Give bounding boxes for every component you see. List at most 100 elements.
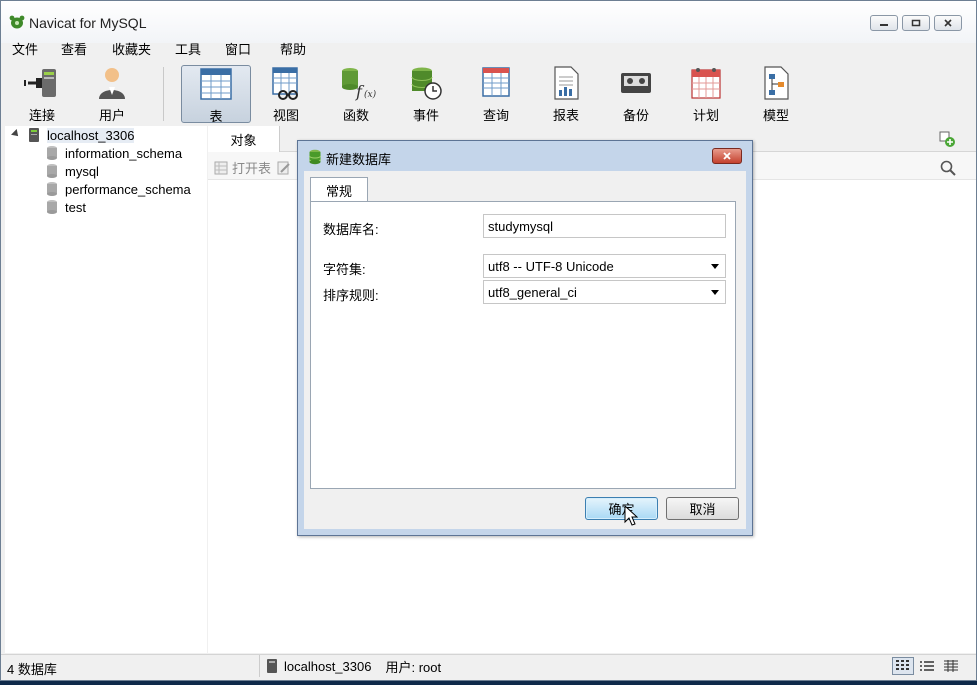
minimize-button[interactable] bbox=[870, 15, 898, 31]
collation-select[interactable]: utf8_general_ci bbox=[483, 280, 726, 304]
toolbar-label: 计划 bbox=[692, 108, 719, 123]
open-table-button[interactable]: 打开表 bbox=[214, 158, 291, 177]
toolbar-label: 函数 bbox=[342, 108, 369, 123]
new-database-dialog: 新建数据库 常规 数据库名: studymysql 字符集: utf8 -- U… bbox=[297, 140, 753, 536]
db-name-label: 数据库名: bbox=[323, 222, 379, 237]
toolbar-user-button[interactable]: 用户 bbox=[77, 65, 147, 123]
tree-db-item[interactable]: information_schema bbox=[45, 144, 182, 162]
restore-icon bbox=[911, 19, 921, 27]
status-connection-label: localhost_3306 bbox=[284, 658, 372, 674]
database-icon bbox=[47, 200, 57, 214]
design-table-icon[interactable] bbox=[277, 161, 291, 175]
toolbar-label: 表 bbox=[209, 109, 223, 124]
menu-window[interactable]: 窗口 bbox=[225, 39, 251, 58]
open-table-icon bbox=[214, 161, 228, 174]
grid-view-icon bbox=[896, 660, 909, 670]
chevron-down-icon bbox=[711, 290, 719, 295]
table-icon bbox=[200, 68, 232, 100]
toolbar-model-button[interactable]: 模型 bbox=[741, 65, 811, 123]
toolbar-event-button[interactable]: 事件 bbox=[391, 65, 461, 123]
general-panel: 数据库名: studymysql 字符集: utf8 -- UTF-8 Unic… bbox=[310, 201, 736, 489]
toolbar-label: 事件 bbox=[412, 108, 439, 123]
view-mode-switch bbox=[892, 657, 962, 675]
event-icon bbox=[411, 67, 442, 100]
restore-button[interactable] bbox=[902, 15, 930, 31]
tree-db-item[interactable]: mysql bbox=[45, 162, 99, 180]
view-icon bbox=[272, 67, 298, 100]
db-name-value: studymysql bbox=[488, 218, 554, 234]
toolbar-connection-button[interactable]: 连接 bbox=[7, 65, 77, 123]
database-icon bbox=[47, 182, 57, 196]
connection-plug-icon bbox=[24, 69, 56, 97]
toolbar-query-button[interactable]: 查询 bbox=[461, 65, 531, 123]
chevron-down-icon bbox=[711, 264, 719, 269]
status-bar: 4 数据库 localhost_3306 用户: root bbox=[1, 654, 976, 680]
toolbar-label: 模型 bbox=[762, 108, 789, 123]
view-grid-button[interactable] bbox=[892, 657, 914, 675]
charset-select[interactable]: utf8 -- UTF-8 Unicode bbox=[483, 254, 726, 278]
dialog-title-bar[interactable]: 新建数据库 bbox=[298, 141, 752, 171]
model-icon bbox=[764, 66, 789, 100]
user-icon bbox=[99, 68, 125, 99]
list-view-icon bbox=[920, 661, 934, 671]
toolbar-label: 用户 bbox=[98, 108, 125, 123]
toolbar-backup-button[interactable]: 备份 bbox=[601, 65, 671, 123]
toolbar-label: 查询 bbox=[482, 108, 509, 123]
tab-objects[interactable]: 对象 bbox=[208, 126, 280, 152]
toolbar-separator bbox=[163, 67, 164, 121]
database-icon bbox=[47, 164, 57, 178]
view-list-button[interactable] bbox=[916, 657, 938, 675]
toolbar-view-button[interactable]: 视图 bbox=[251, 65, 321, 123]
detail-view-icon bbox=[944, 660, 958, 672]
open-table-label: 打开表 bbox=[232, 161, 272, 176]
toolbar-label: 连接 bbox=[28, 108, 55, 123]
title-bar: Navicat for MySQL bbox=[1, 1, 976, 43]
window-title: Navicat for MySQL bbox=[29, 15, 147, 31]
ok-button[interactable]: 确定 bbox=[585, 497, 658, 520]
collation-value: utf8_general_ci bbox=[488, 284, 577, 300]
menu-tools[interactable]: 工具 bbox=[175, 39, 201, 58]
status-connection: localhost_3306 用户: root bbox=[259, 655, 441, 677]
toolbar-schedule-button[interactable]: 计划 bbox=[671, 65, 741, 123]
tree-connection-node[interactable]: localhost_3306 bbox=[5, 126, 135, 144]
backup-icon bbox=[621, 73, 651, 93]
view-detail-button[interactable] bbox=[940, 657, 962, 675]
status-user-label: 用户: root bbox=[385, 659, 442, 675]
menu-favorites[interactable]: 收藏夹 bbox=[112, 39, 151, 58]
menu-file[interactable]: 文件 bbox=[12, 39, 38, 58]
menu-bar: 文件 查看 收藏夹 工具 窗口 帮助 bbox=[1, 39, 976, 59]
tree-db-item[interactable]: test bbox=[45, 198, 86, 216]
tab-general[interactable]: 常规 bbox=[310, 177, 368, 202]
navicat-logo-icon bbox=[9, 15, 25, 29]
charset-value: utf8 -- UTF-8 Unicode bbox=[488, 258, 614, 274]
query-icon bbox=[482, 67, 510, 97]
tree-db-label: test bbox=[65, 199, 86, 215]
search-icon[interactable] bbox=[940, 160, 956, 176]
toolbar-table-button[interactable]: 表 bbox=[181, 65, 251, 124]
status-db-count: 4 数据库 bbox=[7, 662, 57, 677]
main-toolbar: 连接 用户 表 视图 f (x) 函数 事件 查询 报表 备份 计划 模型 bbox=[1, 61, 976, 125]
minimize-icon bbox=[880, 24, 888, 26]
tree-db-label: mysql bbox=[65, 163, 99, 179]
database-icon bbox=[47, 146, 57, 160]
function-icon: f (x) bbox=[342, 68, 376, 101]
expand-arrow-icon[interactable] bbox=[11, 129, 21, 139]
dialog-title: 新建数据库 bbox=[326, 152, 392, 167]
close-button[interactable] bbox=[934, 15, 962, 31]
add-tab-icon[interactable] bbox=[938, 130, 956, 148]
charset-label: 字符集: bbox=[323, 262, 366, 277]
cancel-button[interactable]: 取消 bbox=[666, 497, 739, 520]
toolbar-function-button[interactable]: f (x) 函数 bbox=[321, 65, 391, 123]
toolbar-label: 报表 bbox=[552, 108, 579, 123]
cancel-button-label: 取消 bbox=[689, 502, 716, 517]
menu-help[interactable]: 帮助 bbox=[280, 39, 306, 58]
tree-db-item[interactable]: performance_schema bbox=[45, 180, 191, 198]
db-name-input[interactable]: studymysql bbox=[483, 214, 726, 238]
tree-connection-label: localhost_3306 bbox=[47, 127, 135, 143]
menu-view[interactable]: 查看 bbox=[61, 39, 87, 58]
toolbar-report-button[interactable]: 报表 bbox=[531, 65, 601, 123]
dialog-close-button[interactable] bbox=[712, 148, 742, 164]
svg-text:(x): (x) bbox=[364, 89, 376, 100]
toolbar-label: 视图 bbox=[272, 108, 299, 123]
tree-db-label: information_schema bbox=[65, 145, 183, 161]
